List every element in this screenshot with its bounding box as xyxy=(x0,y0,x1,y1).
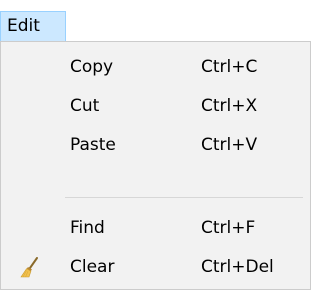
menu-item-copy-shortcut: Ctrl+C xyxy=(201,57,258,77)
menu-item-find-shortcut: Ctrl+F xyxy=(201,218,256,238)
menu-item-clear-label: Clear xyxy=(70,257,115,277)
menu-item-clear[interactable]: Clear Ctrl+Del xyxy=(1,248,310,288)
edit-dropdown-menu: Copy Ctrl+C Cut Ctrl+X Paste Ctrl+V Find… xyxy=(0,41,311,290)
menu-bar: Edit xyxy=(0,0,315,41)
edit-menu[interactable]: Edit xyxy=(0,11,66,41)
menu-separator xyxy=(65,197,303,198)
menu-item-clear-shortcut: Ctrl+Del xyxy=(201,257,274,277)
edit-menu-label: Edit xyxy=(7,16,40,36)
menu-item-paste[interactable]: Paste Ctrl+V xyxy=(1,126,310,166)
menu-item-cut-label: Cut xyxy=(70,96,100,116)
menu-item-find[interactable]: Find Ctrl+F xyxy=(1,209,310,249)
menu-item-cut[interactable]: Cut Ctrl+X xyxy=(1,87,310,127)
menu-item-paste-shortcut: Ctrl+V xyxy=(201,135,258,155)
menu-item-paste-label: Paste xyxy=(70,135,116,155)
menu-item-cut-shortcut: Ctrl+X xyxy=(201,96,258,116)
menu-item-find-label: Find xyxy=(70,218,105,238)
broom-icon xyxy=(18,256,42,280)
menu-item-copy-label: Copy xyxy=(70,57,114,77)
menu-item-copy[interactable]: Copy Ctrl+C xyxy=(1,48,310,88)
